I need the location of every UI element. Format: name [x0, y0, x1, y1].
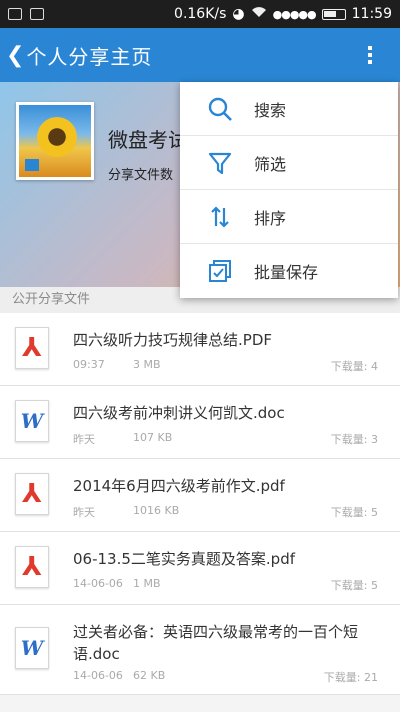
file-time: 昨天	[73, 506, 95, 519]
image-icon	[30, 8, 44, 20]
menu-item-search[interactable]: 搜索	[180, 82, 398, 136]
file-name: 06-13.5二笔实务真题及答案.pdf	[73, 550, 295, 568]
list-item[interactable]: ⅄ 06-13.5二笔实务真题及答案.pdf 14-06-06 1 MB 下载量:…	[0, 532, 400, 605]
menu-item-label: 搜索	[254, 100, 287, 120]
clock-icon: ◕	[232, 6, 245, 22]
list-item[interactable]: W 过关者必备：英语四六级最常考的一百个短语.doc 14-06-06 62 KB…	[0, 605, 400, 695]
avatar-badge-icon	[25, 159, 39, 171]
wifi-icon	[251, 6, 267, 22]
file-name: 四六级听力技巧规律总结.PDF	[73, 331, 272, 349]
file-size: 107 KB	[133, 431, 173, 444]
file-name: 四六级考前冲刺讲义何凯文.doc	[73, 404, 285, 422]
download-count: 下载量: 3	[330, 433, 378, 446]
file-time: 14-06-06	[73, 669, 123, 682]
app-bar: ❮ 个人分享主页	[0, 28, 400, 82]
signal-icon: ●●●●●	[272, 7, 317, 21]
file-name: 过关者必备：英语四六级最常考的一百个短语.doc	[73, 623, 359, 663]
filter-icon	[200, 148, 240, 178]
download-count: 下载量: 5	[330, 579, 378, 592]
menu-item-label: 批量保存	[254, 263, 319, 282]
pdf-file-icon: ⅄	[15, 546, 49, 588]
file-size: 3 MB	[133, 358, 161, 371]
menu-item-batch-save[interactable]: 批量保存	[180, 244, 398, 298]
list-item[interactable]: ⅄ 四六级听力技巧规律总结.PDF 09:37 3 MB 下载量: 4	[0, 313, 400, 386]
battery-icon	[321, 8, 346, 20]
sort-icon	[200, 202, 240, 232]
menu-item-label: 排序	[254, 208, 287, 228]
overflow-menu: 搜索 筛选 排序 批量保存	[180, 82, 398, 298]
status-time: 11:59	[351, 6, 392, 22]
notification-box-icon	[8, 8, 22, 20]
search-icon	[200, 94, 240, 124]
download-count: 下载量: 21	[323, 671, 378, 684]
batch-save-icon	[200, 256, 240, 286]
list-item[interactable]: ⅄ 2014年6月四六级考前作文.pdf 昨天 1016 KB 下载量: 5	[0, 459, 400, 532]
list-item[interactable]: W 四六级考前冲刺讲义何凯文.doc 昨天 107 KB 下载量: 3	[0, 386, 400, 459]
back-icon[interactable]: ❮	[0, 43, 26, 68]
file-list: ⅄ 四六级听力技巧规律总结.PDF 09:37 3 MB 下载量: 4 W 四六级…	[0, 313, 400, 695]
pdf-file-icon: ⅄	[15, 327, 49, 369]
file-time: 14-06-06	[73, 577, 123, 590]
file-name: 2014年6月四六级考前作文.pdf	[73, 477, 285, 495]
status-bar: 0.16K/s ◕ ●●●●● 11:59	[0, 0, 400, 28]
profile-share-count: 分享文件数	[108, 168, 174, 183]
menu-item-label: 筛选	[254, 154, 287, 174]
avatar[interactable]	[16, 102, 94, 180]
overflow-menu-icon[interactable]	[350, 35, 390, 75]
file-size: 1 MB	[133, 577, 161, 590]
word-file-icon: W	[15, 627, 49, 669]
pdf-file-icon: ⅄	[15, 473, 49, 515]
menu-item-filter[interactable]: 筛选	[180, 136, 398, 190]
download-count: 下载量: 5	[330, 506, 378, 519]
word-file-icon: W	[15, 400, 49, 442]
download-count: 下载量: 4	[330, 360, 378, 373]
network-speed: 0.16K/s	[174, 6, 227, 22]
sunflower-image	[37, 117, 77, 157]
file-time: 昨天	[73, 433, 95, 446]
file-time: 09:37	[73, 358, 105, 371]
page-title: 个人分享主页	[26, 44, 153, 69]
file-size: 62 KB	[133, 669, 166, 682]
profile-name: 微盘考试	[108, 128, 188, 152]
menu-item-sort[interactable]: 排序	[180, 190, 398, 244]
file-size: 1016 KB	[133, 504, 180, 517]
